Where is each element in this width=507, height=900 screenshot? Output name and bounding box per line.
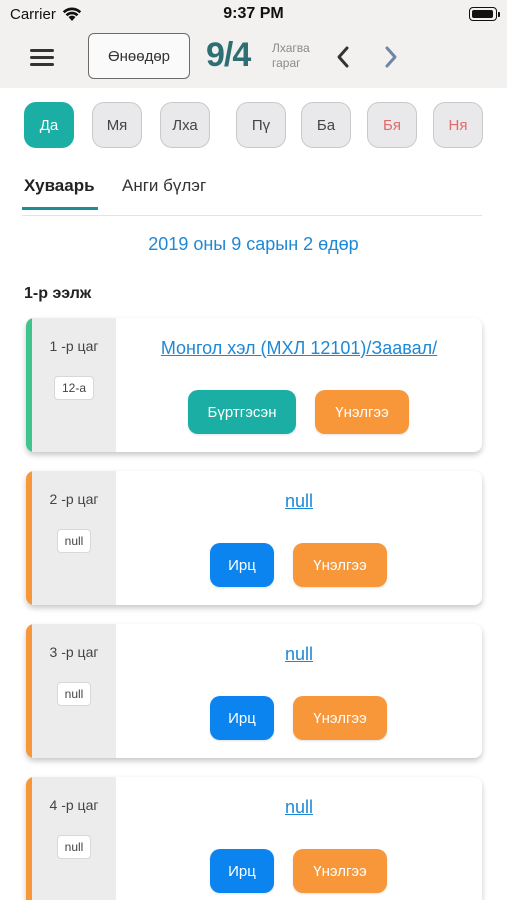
status-bar: Carrier 9:37 PM [0,0,507,30]
selected-date: 2019 оны 9 сарын 2 өдөр [148,234,359,254]
weekday-line1: Лхагва [272,41,310,55]
day-button-wednesday[interactable]: Лха [160,102,210,148]
class-badge: 12-а [54,376,94,400]
weekday-label: Лхагва гараг [272,41,320,71]
period-info: 1 -р цаг 12-а [32,318,116,452]
day-button-friday[interactable]: Ба [301,102,351,148]
weekday-line2: гараг [272,56,301,70]
weekday-selector: Да Мя Лха Пү Ба Бя Ня [24,102,486,150]
period-label: 4 -р цаг [49,797,99,813]
day-button-thursday[interactable]: Пү [236,102,286,148]
day-button-tuesday[interactable]: Мя [92,102,142,148]
period-label: 3 -р цаг [49,644,99,660]
subject-link[interactable]: null [116,797,482,818]
evaluation-button[interactable]: Үнэлгээ [315,390,409,434]
period-card: 3 -р цаг null null Ирц Үнэлгээ [26,624,482,758]
subject-link[interactable]: null [116,644,482,665]
tab-class-group[interactable]: Анги бүлэг [122,176,206,210]
registered-button[interactable]: Бүртгэсэн [188,390,296,434]
evaluation-button[interactable]: Үнэлгээ [293,543,387,587]
class-badge: null [57,835,91,859]
current-date: 9/4 [206,36,251,74]
subject-link[interactable]: Монгол хэл (МХЛ 12101)/Заавал/ [116,338,482,359]
period-label: 1 -р цаг [49,338,99,354]
battery-icon [469,7,500,21]
chevron-left-icon[interactable] [330,42,356,72]
nav-bar: Өнөөдөр 9/4 Лхагва гараг [0,30,507,88]
day-button-saturday[interactable]: Бя [367,102,417,148]
evaluation-button[interactable]: Үнэлгээ [293,849,387,893]
period-card: 4 -р цаг null null Ирц Үнэлгээ [26,777,482,900]
day-button-monday[interactable]: Да [24,102,74,148]
attendance-button[interactable]: Ирц [210,849,274,893]
subject-link[interactable]: null [116,491,482,512]
period-info: 3 -р цаг null [32,624,116,758]
attendance-button[interactable]: Ирц [210,543,274,587]
period-card: 1 -р цаг 12-а Монгол хэл (МХЛ 12101)/Заа… [26,318,482,452]
day-button-sunday[interactable]: Ня [433,102,483,148]
attendance-button[interactable]: Ирц [210,696,274,740]
shift-title: 1-р ээлж [24,285,92,302]
hamburger-menu-icon[interactable] [30,46,58,70]
period-info: 4 -р цаг null [32,777,116,900]
tab-bar: Хуваарь Анги бүлэг [22,170,482,216]
class-badge: null [57,529,91,553]
status-time: 9:37 PM [223,5,284,22]
period-info: 2 -р цаг null [32,471,116,605]
evaluation-button[interactable]: Үнэлгээ [293,696,387,740]
today-button[interactable]: Өнөөдөр [88,33,190,79]
chevron-right-icon[interactable] [378,42,404,72]
class-badge: null [57,682,91,706]
period-label: 2 -р цаг [49,491,99,507]
period-card: 2 -р цаг null null Ирц Үнэлгээ [26,471,482,605]
tab-schedule[interactable]: Хуваарь [22,176,98,210]
